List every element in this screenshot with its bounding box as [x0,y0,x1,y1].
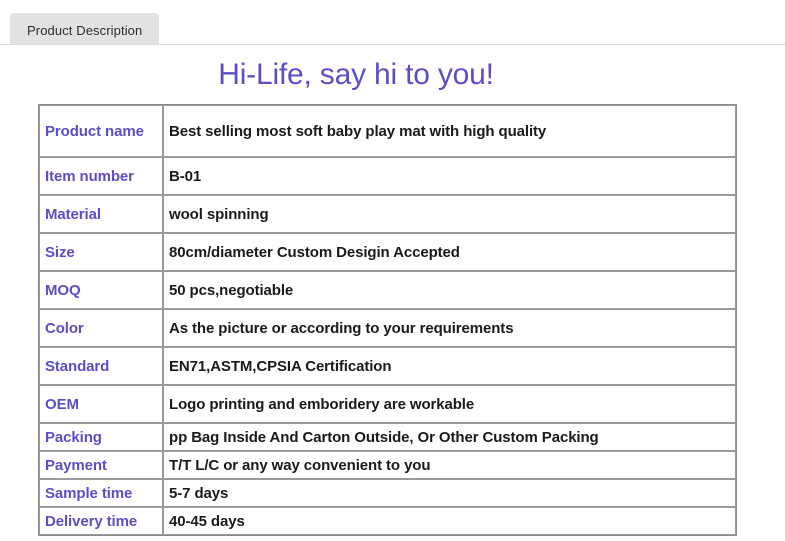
table-row: Material wool spinning [39,195,736,233]
tab-bar-divider [0,44,785,45]
spec-label-cell: Size [39,233,163,271]
spec-label-cell: Packing [39,423,163,451]
table-row: OEM Logo printing and emboridery are work… [39,385,736,423]
tab-bar: Product Description [0,0,785,45]
table-row: Item number B-01 [39,157,736,195]
spec-value-cell: Best selling most soft baby play mat wit… [163,105,736,157]
table-row: Packing pp Bag Inside And Carton Outside,… [39,423,736,451]
spec-value-cell: EN71,ASTM,CPSIA Certification [163,347,736,385]
spec-value-cell: As the picture or according to your requ… [163,309,736,347]
table-row: Size 80cm/diameter Custom Desigin Accepte… [39,233,736,271]
product-spec-table-body: Product name Best selling most soft baby … [39,105,736,535]
product-spec-section: Product name Best selling most soft baby … [38,104,737,536]
product-spec-table: Product name Best selling most soft baby … [38,104,737,536]
spec-label-cell: Sample time [39,479,163,507]
page-title: Hi-Life, say hi to you! [218,58,494,91]
spec-value-cell: wool spinning [163,195,736,233]
spec-value-cell: T/T L/C or any way convenient to you [163,451,736,479]
spec-value-cell: 50 pcs,negotiable [163,271,736,309]
spec-value-cell: 5-7 days [163,479,736,507]
table-row: Color As the picture or according to your… [39,309,736,347]
table-row: MOQ 50 pcs,negotiable [39,271,736,309]
spec-label-cell: Delivery time [39,507,163,535]
spec-value-cell: pp Bag Inside And Carton Outside, Or Oth… [163,423,736,451]
table-row: Standard EN71,ASTM,CPSIA Certification [39,347,736,385]
spec-label-cell: OEM [39,385,163,423]
spec-label-cell: Payment [39,451,163,479]
tab-strip: Product Description [10,13,160,44]
spec-label-cell: Material [39,195,163,233]
spec-value-cell: Logo printing and emboridery are workabl… [163,385,736,423]
table-row: Product name Best selling most soft baby … [39,105,736,157]
spec-value-cell: 80cm/diameter Custom Desigin Accepted [163,233,736,271]
spec-label-cell: Color [39,309,163,347]
spec-value-cell: B-01 [163,157,736,195]
table-row: Delivery time 40-45 days [39,507,736,535]
spec-label-cell: Item number [39,157,163,195]
spec-value-cell: 40-45 days [163,507,736,535]
table-row: Sample time 5-7 days [39,479,736,507]
tab-product-description[interactable]: Product Description [10,13,160,44]
spec-label-cell: Product name [39,105,163,157]
spec-label-cell: MOQ [39,271,163,309]
table-row: Payment T/T L/C or any way convenient to … [39,451,736,479]
spec-label-cell: Standard [39,347,163,385]
